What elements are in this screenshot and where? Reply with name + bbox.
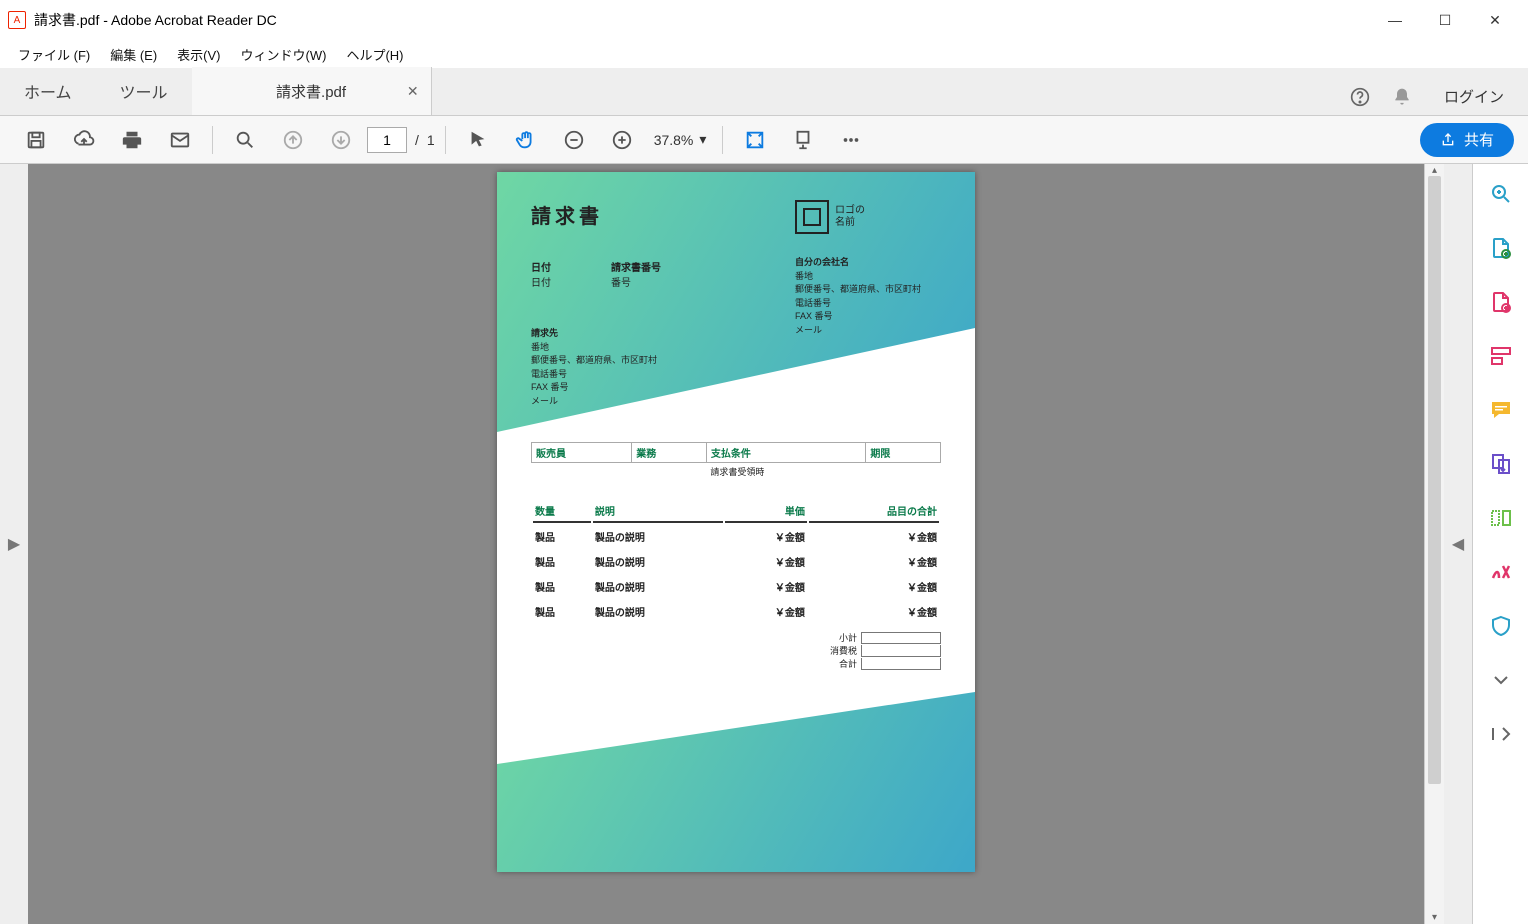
table-row: 製品製品の説明￥金額￥金額 — [533, 600, 939, 623]
table-row: 製品製品の説明￥金額￥金額 — [533, 525, 939, 548]
window-minimize-button[interactable]: ― — [1370, 0, 1420, 40]
create-pdf-icon[interactable] — [1489, 290, 1513, 314]
tab-home[interactable]: ホーム — [0, 67, 96, 115]
tab-document-label: 請求書.pdf — [276, 81, 346, 102]
table-row: 製品製品の説明￥金額￥金額 — [533, 575, 939, 598]
right-panel-toggle[interactable]: ◀ — [1444, 164, 1472, 924]
content-area: ▶ 請求書 ロゴの名前 日付日付 請求書番号番号 自分の会社名 番地郵便番号、都… — [0, 164, 1528, 924]
company-block: 自分の会社名 番地郵便番号、都道府県、市区町村電話番号FAX 番号メール — [795, 256, 921, 337]
document-viewport[interactable]: 請求書 ロゴの名前 日付日付 請求書番号番号 自分の会社名 番地郵便番号、都道府… — [28, 164, 1444, 924]
page-number-input[interactable] — [367, 127, 407, 153]
menu-help[interactable]: ヘルプ(H) — [336, 41, 413, 68]
invoice-title: 請求書 — [531, 200, 941, 229]
help-icon[interactable] — [1350, 87, 1370, 107]
export-pdf-icon[interactable] — [1489, 236, 1513, 260]
read-mode-button[interactable] — [781, 121, 825, 159]
tab-bar: ホーム ツール 請求書.pdf ✕ ログイン — [0, 68, 1528, 116]
menu-file[interactable]: ファイル (F) — [8, 41, 100, 68]
totals-block: 小計 消費税 合計 — [531, 631, 941, 670]
cloud-upload-button[interactable] — [62, 121, 106, 159]
bell-icon[interactable] — [1392, 87, 1412, 107]
zoom-out-button[interactable] — [552, 121, 596, 159]
collapse-rail-icon[interactable] — [1489, 722, 1513, 746]
more-tools-button[interactable] — [829, 121, 873, 159]
menu-bar: ファイル (F) 編集 (E) 表示(V) ウィンドウ(W) ヘルプ(H) — [0, 40, 1528, 68]
hand-tool-button[interactable] — [504, 121, 548, 159]
terms-table: 販売員業務支払条件期限 請求書受領時 — [531, 442, 941, 480]
date-value: 日付 — [531, 278, 551, 289]
scroll-up-icon[interactable]: ▴ — [1425, 165, 1444, 176]
left-panel-toggle[interactable]: ▶ — [0, 164, 28, 924]
window-title: 請求書.pdf - Adobe Acrobat Reader DC — [34, 10, 277, 30]
table-row: 製品製品の説明￥金額￥金額 — [533, 550, 939, 573]
tab-document[interactable]: 請求書.pdf ✕ — [192, 67, 432, 115]
edit-pdf-icon[interactable] — [1489, 344, 1513, 368]
search-button[interactable] — [223, 121, 267, 159]
share-icon — [1440, 132, 1456, 148]
right-tools-rail — [1472, 164, 1528, 924]
comment-icon[interactable] — [1489, 398, 1513, 422]
window-maximize-button[interactable]: ☐ — [1420, 0, 1470, 40]
scrollbar-thumb[interactable] — [1428, 176, 1441, 784]
next-page-button[interactable] — [319, 121, 363, 159]
search-tool-icon[interactable] — [1489, 182, 1513, 206]
tab-close-icon[interactable]: ✕ — [407, 83, 419, 100]
date-label: 日付 — [531, 263, 551, 274]
toolbar: / 1 37.8% ▾ 共有 — [0, 116, 1528, 164]
app-icon: A — [8, 11, 26, 29]
items-table: 数量説明単価品目の合計 製品製品の説明￥金額￥金額製品製品の説明￥金額￥金額製品… — [531, 498, 941, 625]
pdf-page: 請求書 ロゴの名前 日付日付 請求書番号番号 自分の会社名 番地郵便番号、都道府… — [497, 172, 975, 872]
share-button[interactable]: 共有 — [1420, 123, 1514, 157]
scroll-down-icon[interactable]: ▾ — [1425, 912, 1444, 923]
combine-files-icon[interactable] — [1489, 452, 1513, 476]
logo-block: ロゴの名前 — [795, 200, 865, 234]
window-close-button[interactable]: ✕ — [1470, 0, 1520, 40]
organize-pages-icon[interactable] — [1489, 506, 1513, 530]
more-tools-chevron-icon[interactable] — [1489, 668, 1513, 692]
vertical-scrollbar[interactable]: ▴ ▾ — [1424, 164, 1444, 924]
prev-page-button[interactable] — [271, 121, 315, 159]
fit-page-button[interactable] — [733, 121, 777, 159]
tab-tools[interactable]: ツール — [96, 67, 192, 115]
menu-edit[interactable]: 編集 (E) — [100, 41, 167, 68]
menu-window[interactable]: ウィンドウ(W) — [231, 41, 337, 68]
zoom-in-button[interactable] — [600, 121, 644, 159]
page-indicator: / 1 — [367, 127, 435, 153]
footer-gradient — [497, 692, 975, 872]
selection-tool-button[interactable] — [456, 121, 500, 159]
invoice-number-label: 請求書番号 — [611, 263, 661, 274]
menu-view[interactable]: 表示(V) — [167, 41, 230, 68]
email-button[interactable] — [158, 121, 202, 159]
protect-icon[interactable] — [1489, 614, 1513, 638]
window-titlebar: A 請求書.pdf - Adobe Acrobat Reader DC ― ☐ … — [0, 0, 1528, 40]
save-button[interactable] — [14, 121, 58, 159]
login-button[interactable]: ログイン — [1434, 78, 1514, 115]
zoom-level-select[interactable]: 37.8% ▾ — [648, 131, 713, 148]
invoice-number-value: 番号 — [611, 278, 631, 289]
sign-icon[interactable] — [1489, 560, 1513, 584]
logo-icon — [795, 200, 829, 234]
print-button[interactable] — [110, 121, 154, 159]
page-total: 1 — [427, 132, 435, 148]
bill-to-block: 請求先 番地郵便番号、都道府県、市区町村電話番号FAX 番号メール — [531, 327, 941, 408]
chevron-down-icon: ▾ — [699, 131, 706, 148]
